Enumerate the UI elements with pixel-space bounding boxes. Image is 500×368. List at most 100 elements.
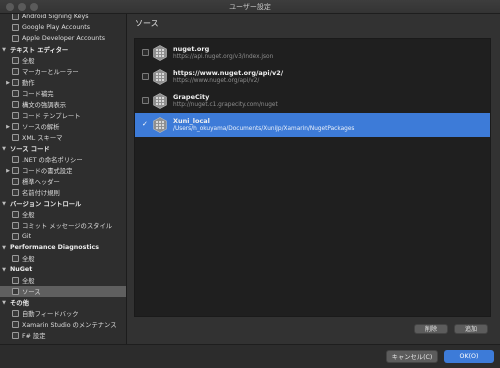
settings-page-icon — [12, 101, 19, 108]
sidebar-item-label: コードの書式設定 — [22, 168, 73, 175]
chevron-down-icon[interactable]: ▼ — [0, 245, 8, 251]
sidebar-item-label: その他 — [10, 300, 29, 307]
nuget-package-icon — [153, 117, 167, 133]
sidebar-item-label: 標準ヘッダー — [22, 179, 60, 186]
sidebar-item-label: Apple Developer Accounts — [22, 35, 106, 42]
settings-page-icon — [12, 310, 19, 317]
settings-page-icon — [12, 277, 19, 284]
sidebar-item-label: コミット メッセージのスタイル — [22, 223, 113, 230]
sidebar-item[interactable]: 名前付け規則 — [0, 187, 126, 198]
sidebar-item-label: 全般 — [22, 58, 35, 65]
sidebar-item[interactable]: Apple Developer Accounts — [0, 33, 126, 44]
settings-page-icon — [12, 112, 19, 119]
source-row[interactable]: https://www.nuget.org/api/v2/https://www… — [135, 65, 490, 89]
cancel-button[interactable]: キャンセル(C) — [386, 350, 438, 363]
settings-page-icon — [12, 189, 19, 196]
source-row[interactable]: ✓ Xuni_local/Users/h_okuyama/Documents/Xu… — [135, 113, 490, 137]
source-list[interactable]: nuget.org https://api.nuget.org/v3/index.… — [134, 38, 491, 317]
sidebar-item[interactable]: ソース — [0, 286, 126, 297]
sidebar-item[interactable]: コード補完 — [0, 88, 126, 99]
sidebar-item-label: 自動フィードバック — [22, 311, 79, 318]
sidebar-item[interactable]: .NET の命名ポリシー — [0, 154, 126, 165]
sidebar-item[interactable]: 全般 — [0, 275, 126, 286]
source-name: Xuni_local — [173, 117, 210, 125]
sidebar-item[interactable]: 標準ヘッダー — [0, 176, 126, 187]
sidebar-item-label: 全般 — [22, 212, 35, 219]
sidebar-item-label: ソース コード — [10, 146, 50, 153]
chevron-right-icon[interactable]: ▶ — [4, 124, 12, 130]
settings-page-icon — [12, 321, 19, 328]
source-enabled-checkbox[interactable] — [142, 49, 149, 56]
sidebar-item[interactable]: Xamarin Studio のメンテナンス — [0, 319, 126, 330]
chevron-down-icon[interactable]: ▼ — [0, 47, 8, 53]
nuget-package-icon — [153, 69, 167, 85]
dialog-footer: キャンセル(C) OK(O) — [0, 344, 500, 368]
source-row[interactable]: GrapeCity http://nuget.c1.grapecity.com/n… — [135, 89, 490, 113]
sidebar-item[interactable]: Google Play Accounts — [0, 22, 126, 33]
settings-page-icon — [12, 156, 19, 163]
sidebar-item-label: ソース — [22, 289, 41, 296]
sidebar-item-label: 名前付け規則 — [22, 190, 60, 197]
sidebar-item[interactable]: ▶ ソースの解析 — [0, 121, 126, 132]
window-title: ユーザー設定 — [229, 3, 271, 11]
source-name: https://www.nuget.org/api/v2/ — [173, 69, 284, 77]
source-row[interactable]: nuget.org https://api.nuget.org/v3/index.… — [135, 41, 490, 65]
sidebar-item[interactable]: 全般 — [0, 55, 126, 66]
sidebar-item[interactable]: Git — [0, 231, 126, 242]
sidebar-item[interactable]: コード テンプレート — [0, 110, 126, 121]
sidebar-section-header[interactable]: ▼ ソース コード — [0, 143, 126, 154]
sidebar-item[interactable]: 全般 — [0, 209, 126, 220]
sidebar-item-label: F# 設定 — [22, 333, 46, 340]
chevron-right-icon[interactable]: ▶ — [4, 80, 12, 86]
sidebar-item[interactable]: ▶ コードの書式設定 — [0, 165, 126, 176]
sidebar-item-label: Xamarin Studio のメンテナンス — [22, 322, 117, 329]
sidebar-item-label: 構文の強調表示 — [22, 102, 67, 109]
page-title: ソース — [135, 19, 159, 28]
sidebar-item[interactable]: Android Signing Keys — [0, 14, 126, 22]
sidebar-section-header[interactable]: ▼ Performance Diagnostics — [0, 242, 126, 253]
sidebar-item[interactable]: F# 設定 — [0, 330, 126, 341]
source-enabled-checkbox[interactable] — [142, 73, 149, 80]
sidebar-item-label: Git — [22, 233, 32, 240]
source-enabled-checkbox[interactable]: ✓ — [142, 121, 149, 128]
source-url: https://www.nuget.org/api/v2/ — [173, 78, 260, 84]
source-enabled-checkbox[interactable] — [142, 97, 149, 104]
nuget-package-icon — [153, 93, 167, 109]
sidebar-section-header[interactable]: ▼ バージョン コントロール — [0, 198, 126, 209]
chevron-down-icon[interactable]: ▼ — [0, 201, 8, 207]
sidebar-section-header[interactable]: ▼ その他 — [0, 297, 126, 308]
settings-page-icon — [12, 255, 19, 262]
settings-page-icon — [12, 90, 19, 97]
settings-page-icon — [12, 233, 19, 240]
remove-button[interactable]: 削除 — [414, 324, 448, 334]
chevron-right-icon[interactable]: ▶ — [4, 168, 12, 174]
sidebar-item[interactable]: XML スキーマ — [0, 132, 126, 143]
chevron-down-icon[interactable]: ▼ — [0, 267, 8, 273]
sidebar-section-header[interactable]: ▼ NuGet — [0, 264, 126, 275]
settings-page-icon — [12, 288, 19, 295]
sidebar-item-label: .NET の命名ポリシー — [22, 157, 83, 164]
sidebar-item[interactable]: コミット メッセージのスタイル — [0, 220, 126, 231]
sidebar-item-label: マーカーとルーラー — [22, 69, 79, 76]
preferences-window: ユーザー設定 Android Signing Keys Google Play A… — [0, 0, 500, 368]
settings-page-icon — [12, 134, 19, 141]
ok-button[interactable]: OK(O) — [444, 350, 494, 363]
sidebar-item-label: テキスト エディター — [10, 47, 69, 54]
chevron-down-icon[interactable]: ▼ — [0, 300, 8, 306]
settings-page-icon — [12, 14, 19, 20]
settings-page-icon — [12, 167, 19, 174]
sidebar-item[interactable]: マーカーとルーラー — [0, 66, 126, 77]
sidebar-item-label: 全般 — [22, 256, 35, 263]
settings-page-icon — [12, 24, 19, 31]
add-button[interactable]: 追加 — [454, 324, 488, 334]
sidebar-item[interactable]: 構文の強調表示 — [0, 99, 126, 110]
chevron-down-icon[interactable]: ▼ — [0, 146, 8, 152]
sidebar-item[interactable]: 全般 — [0, 253, 126, 264]
sidebar-section-header[interactable]: ▼ テキスト エディター — [0, 44, 126, 55]
sidebar-item[interactable]: ▶ 動作 — [0, 77, 126, 88]
settings-page-icon — [12, 222, 19, 229]
sidebar: Android Signing Keys Google Play Accounts… — [0, 14, 127, 344]
sidebar-item-label: Android Signing Keys — [22, 14, 89, 20]
sidebar-item[interactable]: 自動フィードバック — [0, 308, 126, 319]
source-name: GrapeCity — [173, 93, 210, 101]
